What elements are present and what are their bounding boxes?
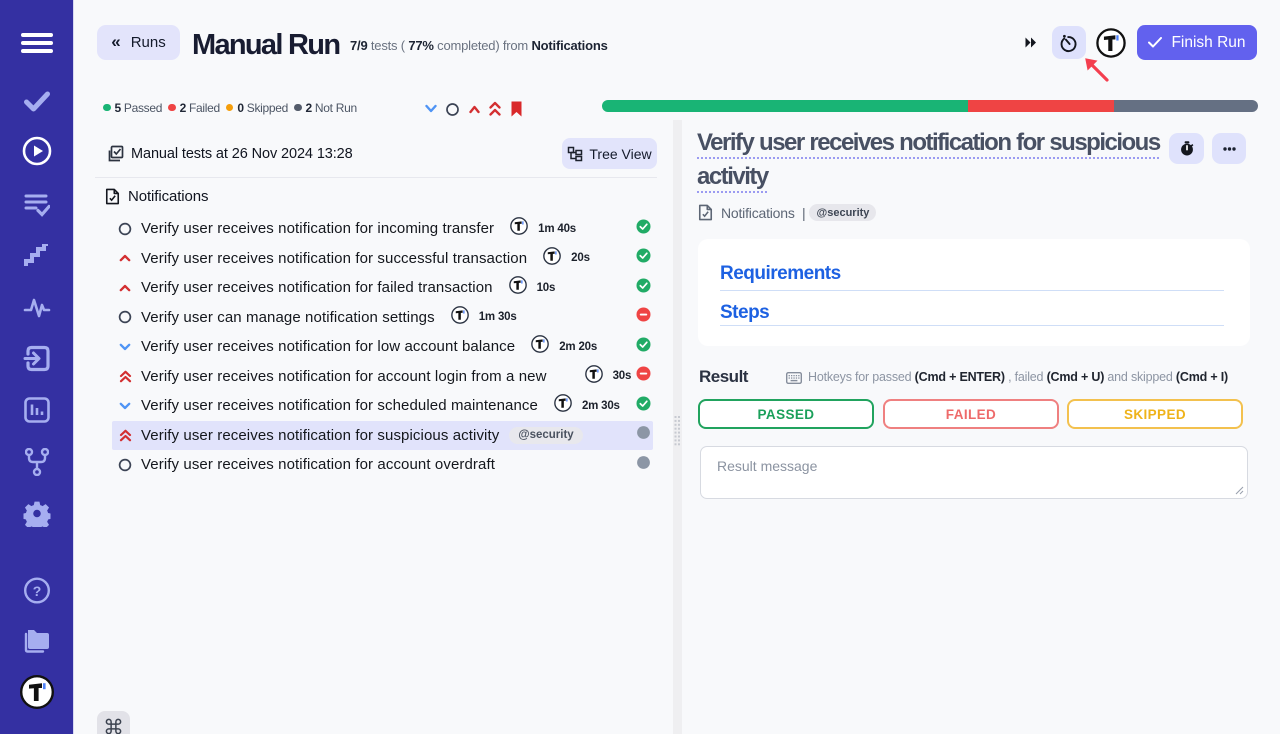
svg-text:?: ? [32,583,41,599]
